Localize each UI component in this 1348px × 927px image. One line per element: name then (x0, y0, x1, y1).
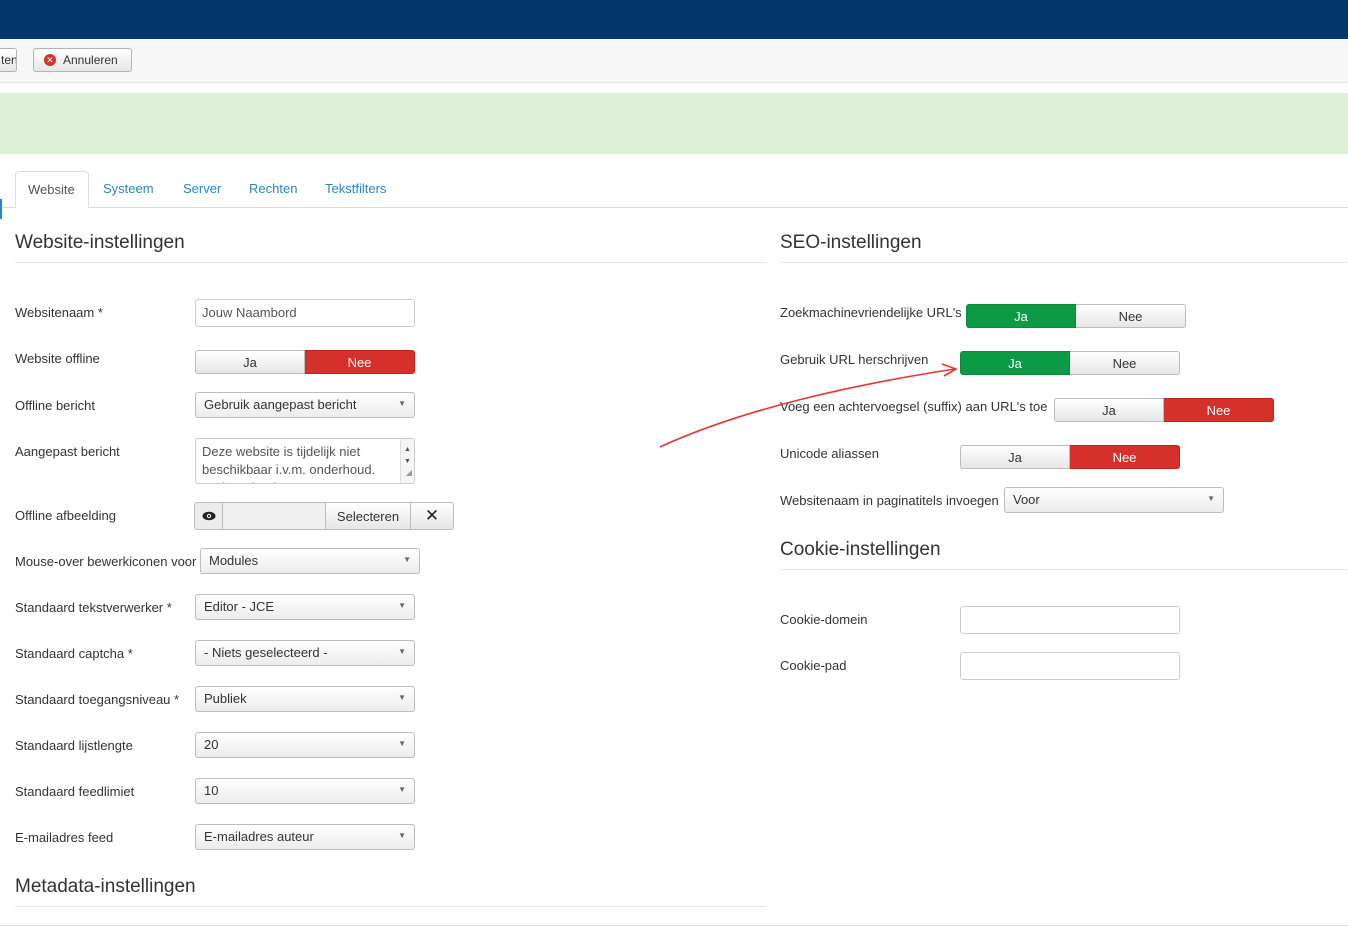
offline-image-label: Offline afbeelding (15, 508, 116, 523)
top-navigation-bar (0, 0, 1348, 39)
url-rewrite-no[interactable]: Nee (1070, 351, 1180, 375)
offline-message-select[interactable]: Gebruik aangepast bericht ▼ (195, 392, 415, 418)
default-access-label: Standaard toegangsniveau * (15, 692, 180, 707)
chevron-down-icon: ▼ (403, 555, 411, 564)
chevron-down-icon: ▼ (398, 601, 406, 610)
sef-urls-toggle: Ja Nee (966, 304, 1186, 328)
resize-grip-icon[interactable]: ◢ (406, 464, 412, 482)
sitename-pagetitles-label: Websitenaam in paginatitels invoegen (780, 493, 999, 508)
url-suffix-yes[interactable]: Ja (1054, 398, 1164, 422)
chevron-down-icon: ▼ (398, 693, 406, 702)
cookie-domain-label: Cookie-domein (780, 612, 868, 627)
feed-email-label: E-mailadres feed (15, 830, 114, 845)
tab-server[interactable]: Server (183, 181, 221, 196)
tab-tekstfilters[interactable]: Tekstfilters (325, 181, 386, 196)
default-editor-label: Standaard tekstverwerker * (15, 600, 172, 615)
chevron-down-icon: ▼ (398, 785, 406, 794)
unicode-aliases-label: Unicode aliassen (780, 446, 880, 461)
default-captcha-label: Standaard captcha * (15, 646, 133, 661)
list-limit-label: Standaard lijstlengte (15, 738, 133, 753)
active-indicator (0, 199, 2, 219)
chevron-down-icon: ▼ (398, 739, 406, 748)
custom-message-textarea[interactable]: Deze website is tijdelijk niet beschikba… (195, 438, 415, 484)
url-rewrite-toggle: Ja Nee (960, 351, 1180, 375)
offline-image-field: Selecteren ✕ (194, 502, 454, 530)
site-offline-toggle: Ja Nee (195, 350, 415, 374)
custom-message-label: Aangepast bericht (15, 444, 120, 459)
unicode-aliases-no[interactable]: Nee (1070, 445, 1180, 469)
site-offline-yes[interactable]: Ja (195, 350, 305, 374)
list-limit-select[interactable]: 20 ▼ (195, 732, 415, 758)
site-name-label: Websitenaam * (15, 305, 103, 320)
sitename-pagetitles-select[interactable]: Voor ▼ (1004, 487, 1224, 513)
chevron-down-icon: ▼ (1207, 494, 1215, 503)
hover-icons-label: Mouse-over bewerkiconen voor (15, 554, 197, 569)
select-image-button[interactable]: Selecteren (325, 502, 411, 530)
seo-settings-heading: SEO-instellingen (780, 232, 922, 253)
url-rewrite-yes[interactable]: Ja (960, 351, 1070, 375)
bottom-divider (0, 925, 1348, 926)
unicode-aliases-toggle: Ja Nee (960, 445, 1180, 469)
hover-icons-select[interactable]: Modules ▼ (200, 548, 420, 574)
cancel-circle-icon: ✕ (44, 54, 56, 66)
sef-urls-yes[interactable]: Ja (966, 304, 1076, 328)
feed-limit-label: Standaard feedlimiet (15, 784, 135, 799)
tab-rechten[interactable]: Rechten (249, 181, 297, 196)
tab-systeem[interactable]: Systeem (103, 181, 154, 196)
site-offline-label: Website offline (15, 351, 100, 366)
metadata-settings-heading: Metadata-instellingen (15, 876, 196, 897)
cookie-path-label: Cookie-pad (780, 658, 847, 673)
close-icon[interactable]: ✕ (411, 502, 454, 530)
url-suffix-toggle: Ja Nee (1054, 398, 1274, 422)
url-rewrite-label: Gebruik URL herschrijven (780, 352, 929, 367)
toolbar: ten ✕ Annuleren (0, 39, 1348, 83)
chevron-down-icon: ▼ (398, 831, 406, 840)
unicode-aliases-yes[interactable]: Ja (960, 445, 1070, 469)
divider (780, 262, 1348, 263)
save-close-button[interactable]: ten (0, 48, 17, 72)
cancel-button[interactable]: ✕ Annuleren (33, 48, 132, 72)
url-suffix-no[interactable]: Nee (1164, 398, 1274, 422)
chevron-down-icon: ▼ (398, 647, 406, 656)
cookie-domain-input[interactable] (960, 606, 1180, 634)
eye-icon[interactable] (194, 502, 223, 530)
site-offline-no[interactable]: Nee (305, 350, 415, 374)
divider (780, 569, 1348, 570)
settings-tabs: Website Systeem Server Rechten Tekstfilt… (0, 171, 1348, 208)
tab-website[interactable]: Website (15, 171, 89, 208)
url-suffix-label: Voeg een achtervoegsel (suffix) aan URL'… (780, 399, 1048, 414)
default-editor-select[interactable]: Editor - JCE ▼ (195, 594, 415, 620)
chevron-down-icon: ▼ (398, 399, 406, 408)
default-captcha-select[interactable]: - Niets geselecteerd - ▼ (195, 640, 415, 666)
sef-urls-no[interactable]: Nee (1076, 304, 1186, 328)
cancel-button-label: Annuleren (63, 53, 118, 67)
image-path-input[interactable] (223, 502, 325, 530)
cookie-settings-heading: Cookie-instellingen (780, 539, 941, 560)
cookie-path-input[interactable] (960, 652, 1180, 680)
site-name-input[interactable]: Jouw Naambord (195, 299, 415, 327)
default-access-select[interactable]: Publiek ▼ (195, 686, 415, 712)
website-settings-heading: Website-instellingen (15, 232, 185, 253)
divider (15, 906, 766, 907)
feed-email-select[interactable]: E-mailadres auteur ▼ (195, 824, 415, 850)
offline-message-label: Offline bericht (15, 398, 95, 413)
divider (15, 262, 766, 263)
system-message-bar (0, 93, 1348, 154)
sef-urls-label: Zoekmachinevriendelijke URL's (780, 305, 962, 320)
feed-limit-select[interactable]: 10 ▼ (195, 778, 415, 804)
